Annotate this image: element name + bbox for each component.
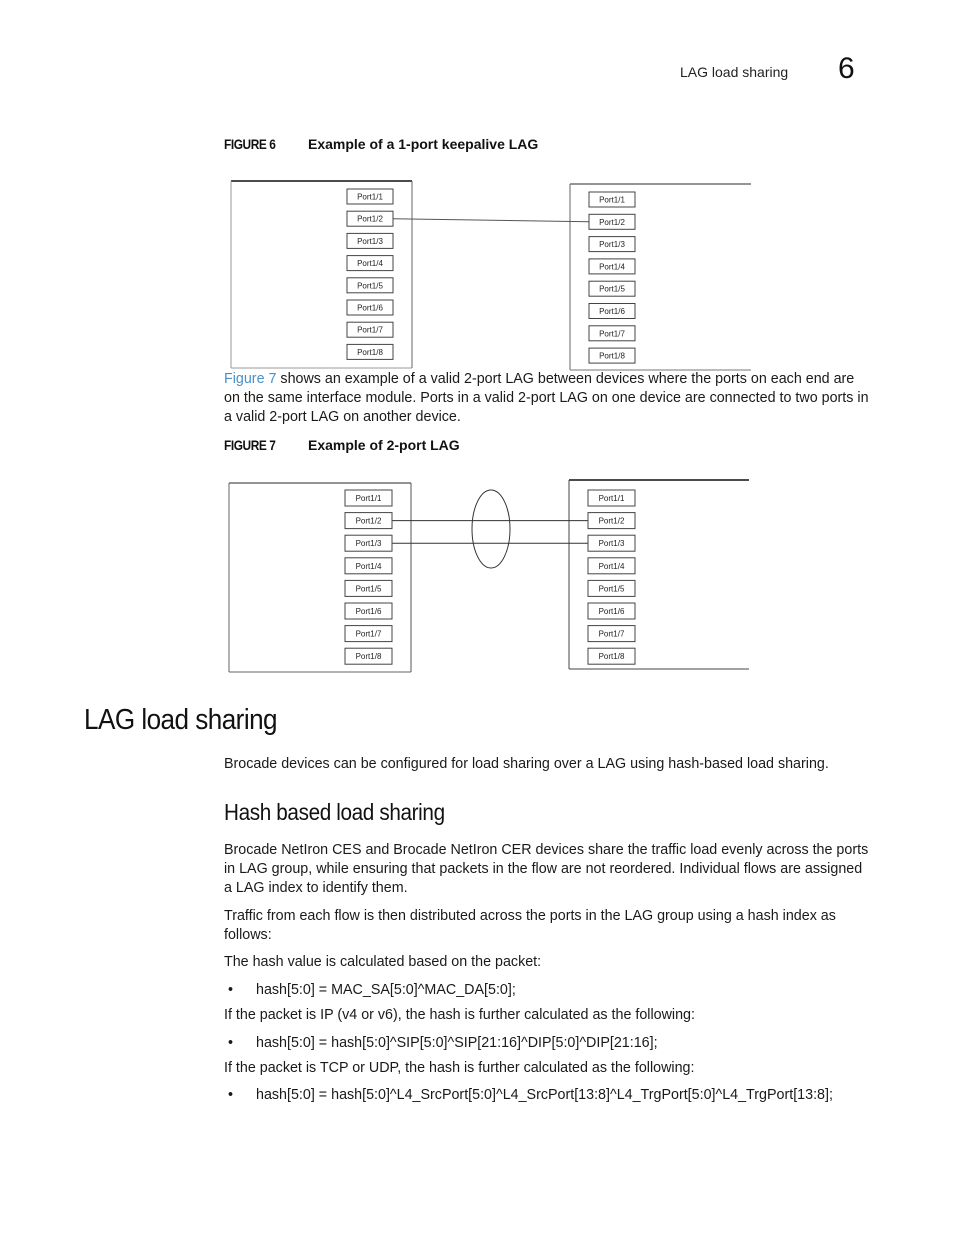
port-label: Port1/7 xyxy=(599,630,625,639)
bullet-text: hash[5:0] = hash[5:0]^L4_SrcPort[5:0]^L4… xyxy=(256,1087,833,1103)
bullet-item: • hash[5:0] = hash[5:0]^L4_SrcPort[5:0]^L… xyxy=(224,1086,833,1105)
figure-7-diagram: Port1/1 Port1/2 Port1/3 Port1/4 Port1/5 Port1… xyxy=(228,479,749,673)
port-label: Port1/1 xyxy=(599,494,625,503)
port-label: Port1/1 xyxy=(356,494,382,503)
port-label: Port1/5 xyxy=(599,584,625,593)
port-label: Port1/2 xyxy=(356,517,382,526)
section-intro: Brocade devices can be configured for lo… xyxy=(224,756,829,772)
port-label: Port1/6 xyxy=(356,607,382,616)
bullet-text: hash[5:0] = hash[5:0]^SIP[5:0]^SIP[21:16… xyxy=(256,1035,658,1051)
bullet-icon: • xyxy=(228,1087,234,1103)
section-heading: LAG load sharing xyxy=(84,704,278,736)
paragraph-4: If the packet is IP (v4 or v6), the hash… xyxy=(224,1007,695,1023)
paragraph-3: The hash value is calculated based on th… xyxy=(224,954,542,970)
subsection-heading: Hash based load sharing xyxy=(224,799,445,825)
port-label: Port1/8 xyxy=(356,652,382,661)
port-label: Port1/4 xyxy=(599,562,625,571)
paragraph-5: If the packet is TCP or UDP, the hash is… xyxy=(224,1060,695,1076)
paragraph-2: Traffic from each flow is then distribut… xyxy=(224,908,836,943)
port-label: Port1/7 xyxy=(356,630,382,639)
left-device xyxy=(228,482,412,673)
bullet-text: hash[5:0] = MAC_SA[5:0]^MAC_DA[5:0]; xyxy=(256,982,516,998)
port-label: Port1/3 xyxy=(599,539,625,548)
left-device-ports: Port1/1 Port1/2 Port1/3 Port1/4 Port1/5 Port1… xyxy=(344,489,393,665)
bullet-icon: • xyxy=(228,982,234,998)
paragraph-1: Brocade NetIron CES and Brocade NetIron … xyxy=(224,842,869,896)
bullet-icon: • xyxy=(228,1035,234,1051)
bullet-item: • hash[5:0] = MAC_SA[5:0]^MAC_DA[5:0]; xyxy=(224,981,516,1000)
bullet-item: • hash[5:0] = hash[5:0]^SIP[5:0]^SIP[21:1… xyxy=(224,1034,658,1053)
figure-7-links xyxy=(392,520,588,544)
port-label: Port1/3 xyxy=(356,539,382,548)
port-label: Port1/4 xyxy=(356,562,382,571)
port-label: Port1/8 xyxy=(599,652,625,661)
right-device-ports: Port1/1 Port1/2 Port1/3 Port1/4 Port1/5 Port1… xyxy=(587,489,636,665)
lag-group-ellipse xyxy=(471,489,511,569)
port-label: Port1/6 xyxy=(599,607,625,616)
port-label: Port1/2 xyxy=(599,517,625,526)
port-label: Port1/5 xyxy=(356,584,382,593)
